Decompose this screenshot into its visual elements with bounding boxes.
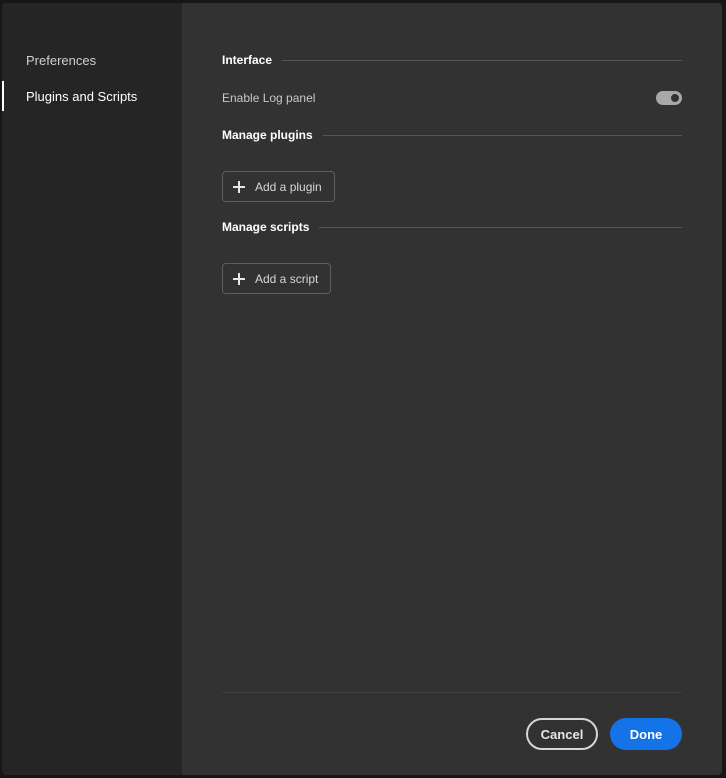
section-header-plugins: Manage plugins — [222, 128, 682, 142]
section-title: Manage plugins — [222, 128, 313, 142]
toggle-knob — [669, 92, 681, 104]
sidebar-item-plugins-and-scripts[interactable]: Plugins and Scripts — [2, 80, 182, 112]
log-panel-toggle[interactable] — [656, 91, 682, 105]
section-divider — [322, 134, 682, 136]
log-panel-label: Enable Log panel — [222, 91, 316, 105]
section-divider — [319, 226, 682, 228]
section-header-interface: Interface — [222, 53, 682, 67]
sidebar: Preferences Plugins and Scripts — [2, 3, 182, 775]
add-plugin-label: Add a plugin — [255, 179, 322, 194]
plus-icon — [233, 180, 245, 193]
done-button[interactable]: Done — [610, 718, 682, 750]
add-script-label: Add a script — [255, 271, 319, 286]
plus-icon — [233, 272, 245, 285]
cancel-button[interactable]: Cancel — [526, 718, 598, 750]
section-title: Manage scripts — [222, 220, 310, 234]
main-panel: Interface Enable Log panel Manage plugin… — [182, 3, 722, 775]
sidebar-item-preferences[interactable]: Preferences — [2, 44, 182, 76]
add-script-button[interactable]: Add a script — [222, 263, 332, 294]
sidebar-item-label: Preferences — [26, 52, 97, 68]
section-header-scripts: Manage scripts — [222, 220, 682, 234]
preferences-dialog: Preferences Plugins and Scripts Interfac… — [2, 3, 722, 775]
sidebar-item-label: Plugins and Scripts — [26, 88, 138, 104]
add-plugin-button[interactable]: Add a plugin — [222, 171, 335, 202]
section-title: Interface — [222, 53, 273, 67]
section-divider — [282, 59, 682, 61]
setting-row-log-panel: Enable Log panel — [222, 87, 682, 109]
footer-divider — [222, 692, 682, 693]
